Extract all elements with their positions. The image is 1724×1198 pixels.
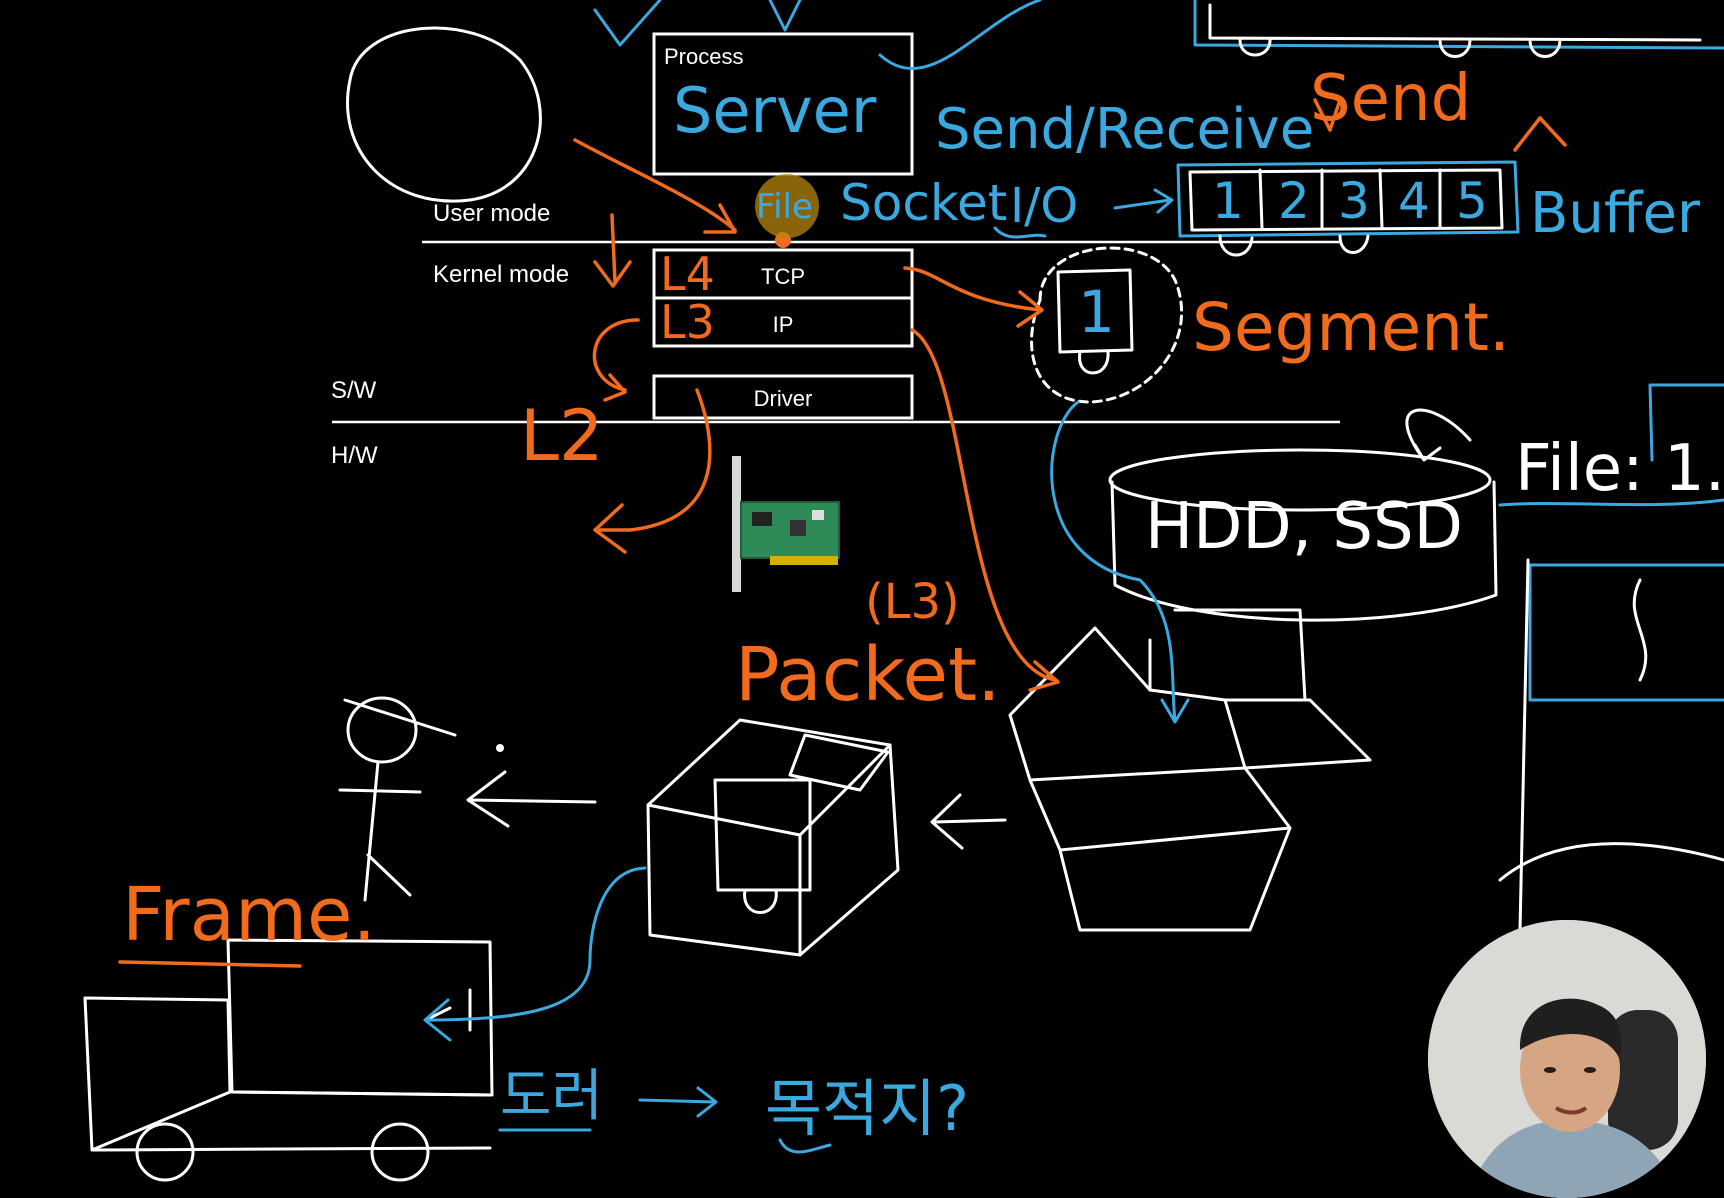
segment-text: Segment.: [1192, 289, 1510, 366]
presenter-portrait: [1428, 920, 1706, 1198]
greeting-circle: [346, 26, 542, 203]
sw-label: S/W: [331, 377, 377, 404]
packet-layer-text: (L3): [865, 574, 960, 630]
network-card-icon: [732, 456, 840, 592]
driver-label: Driver: [754, 386, 813, 411]
send-receive-text: Send/Receive: [935, 97, 1314, 162]
right-blue-block: [1528, 563, 1724, 702]
buffer-cells: 1 2 3 4 5: [1212, 172, 1488, 230]
packet-to-truck-line: [423, 866, 647, 1042]
frame-underline: [118, 960, 302, 968]
buffer-cell-1: 1: [1212, 172, 1244, 230]
person-head: [346, 696, 418, 764]
l3-text: L3: [660, 295, 715, 349]
io-to-buffer-arrow: [1113, 188, 1174, 214]
right-puzzle: [1518, 558, 1648, 932]
packet-box: [646, 718, 900, 957]
arrow-driver-down: [593, 388, 712, 554]
l2-text: L2: [520, 395, 604, 477]
truck-cab: [83, 996, 232, 1152]
truck-wheel-front: [135, 1122, 195, 1182]
korean-arrow: [638, 1086, 718, 1118]
buffer-text: Buffer: [1530, 181, 1701, 246]
check-mark: [593, 0, 662, 47]
arrow-down-kernel: [593, 213, 632, 288]
l4-text: L4: [660, 247, 715, 301]
send-text: Send: [1310, 62, 1471, 136]
person-body: [338, 698, 457, 902]
buffer-cell-2: 2: [1278, 172, 1310, 230]
server-label: Server: [673, 74, 877, 147]
user-mode-label: User mode: [433, 200, 550, 227]
korean-right-text: 목적지?: [765, 1072, 969, 1145]
segment-bump: [1078, 350, 1110, 375]
hdd-ssd-text: HDD, SSD: [1145, 490, 1463, 564]
presenter-webcam: [1428, 920, 1706, 1198]
file-text: File: [756, 187, 813, 227]
check-orange: [1513, 116, 1567, 152]
check-mark-2: [768, 0, 802, 32]
buffer-cell-4: 4: [1398, 172, 1430, 230]
box-flaps: [1008, 626, 1372, 782]
open-box: [1028, 766, 1292, 932]
io-text: I/O: [1010, 178, 1078, 234]
buffer-cell-3: 3: [1338, 172, 1370, 230]
segment-number: 1: [1078, 278, 1115, 346]
file-right-text: File: 1.: [1515, 432, 1724, 506]
korean-left-text: 도러: [500, 1064, 603, 1129]
packet-puzzle: [713, 778, 812, 914]
truck-wheel-back: [370, 1122, 430, 1182]
packet-box-edges: [646, 743, 892, 957]
arrow-l3-to-l2: [592, 318, 640, 402]
box-to-packet-arrow: [930, 793, 1007, 850]
socket-text: Socket: [840, 174, 1007, 232]
tcp-label: TCP: [761, 264, 805, 289]
hw-label: H/W: [331, 442, 378, 469]
buffer-cell-5: 5: [1456, 172, 1488, 230]
truck-cargo: [226, 938, 494, 1097]
process-label: Process: [664, 44, 743, 69]
arrow-tcp-to-segment: [903, 266, 1044, 328]
truck-base: [90, 1090, 492, 1152]
packet-to-person-arrow: [466, 770, 597, 828]
kernel-mode-label: Kernel mode: [433, 261, 569, 288]
packet-text: Packet.: [735, 632, 1001, 718]
ip-label: IP: [773, 312, 794, 337]
frame-text: Frame.: [122, 872, 376, 958]
disk-arrow: [1405, 408, 1472, 462]
right-curve: [1498, 842, 1724, 882]
buffer-bumps: [1218, 234, 1370, 257]
